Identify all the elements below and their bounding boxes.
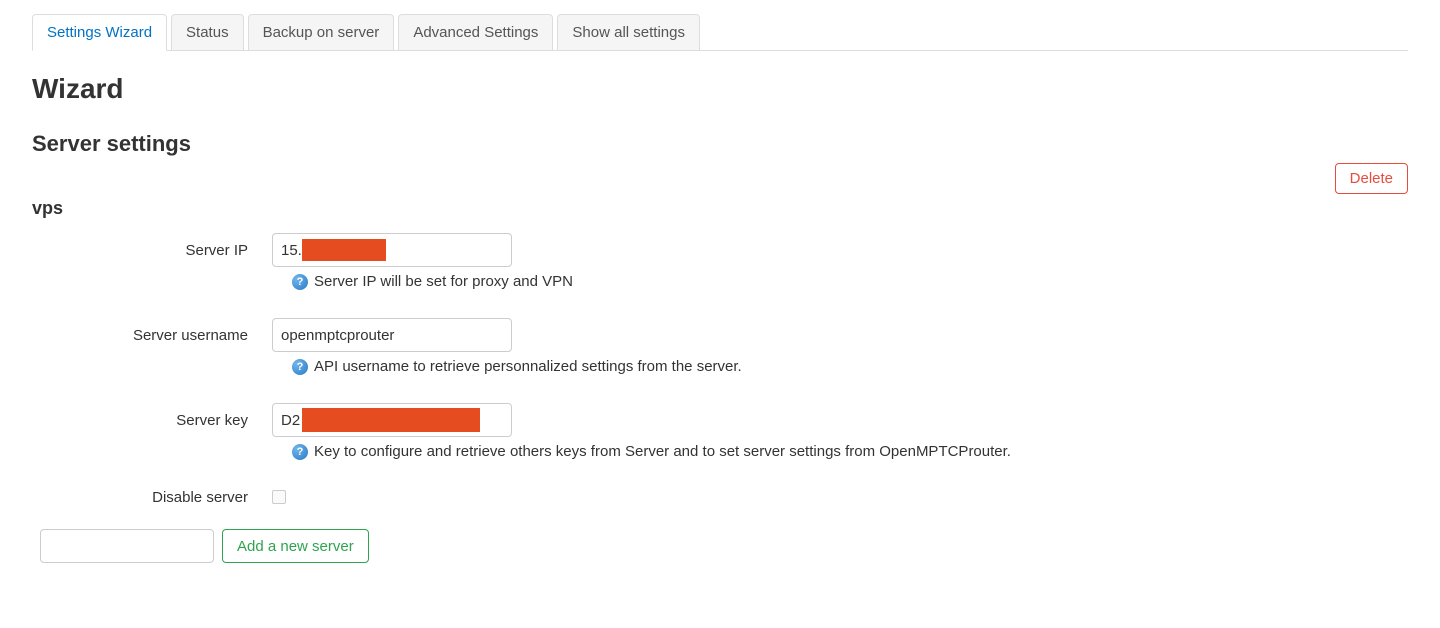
tab-show-all-settings[interactable]: Show all settings	[557, 14, 700, 51]
help-icon: ?	[292, 274, 308, 290]
tab-bar: Settings Wizard Status Backup on server …	[32, 14, 1408, 51]
server-ip-redacted	[302, 239, 386, 261]
delete-button[interactable]: Delete	[1335, 163, 1408, 194]
tab-advanced-settings[interactable]: Advanced Settings	[398, 14, 553, 51]
server-username-input[interactable]	[272, 318, 512, 352]
section-title: Server settings	[32, 131, 1408, 157]
page-title: Wizard	[32, 73, 1408, 105]
tab-status[interactable]: Status	[171, 14, 244, 51]
server-ip-label: Server IP	[32, 242, 272, 259]
server-key-redacted	[302, 408, 480, 432]
server-username-label: Server username	[32, 327, 272, 344]
server-username-help: API username to retrieve personnalized s…	[314, 358, 742, 375]
disable-server-label: Disable server	[32, 489, 272, 506]
new-server-input[interactable]	[40, 529, 214, 563]
server-ip-help: Server IP will be set for proxy and VPN	[314, 273, 573, 290]
tab-backup-on-server[interactable]: Backup on server	[248, 14, 395, 51]
help-icon: ?	[292, 359, 308, 375]
tab-settings-wizard[interactable]: Settings Wizard	[32, 14, 167, 51]
vps-heading: vps	[32, 198, 1408, 219]
add-server-button[interactable]: Add a new server	[222, 529, 369, 563]
server-key-label: Server key	[32, 412, 272, 429]
help-icon: ?	[292, 444, 308, 460]
server-key-help: Key to configure and retrieve others key…	[314, 443, 1011, 460]
disable-server-checkbox[interactable]	[272, 490, 286, 504]
